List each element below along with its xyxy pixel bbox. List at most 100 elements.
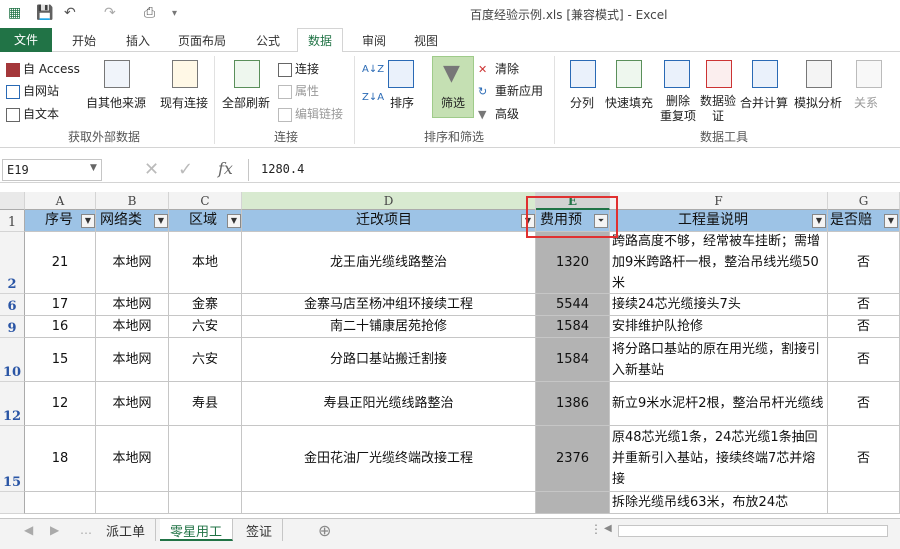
table-cell[interactable]: 否 [828,338,900,382]
worksheet-grid[interactable]: A B C D E F G 1 序号 网络类 区域 迁改项目 费用预 工程量说明… [0,192,900,518]
column-header-c[interactable]: C [169,192,242,210]
tab-formulas[interactable]: 公式 [256,32,280,49]
tab-file[interactable]: 文件 [0,28,52,52]
table-cell[interactable] [169,426,242,492]
row-header[interactable]: 2 [0,232,25,294]
table-cell[interactable] [25,492,96,514]
data-validation-button[interactable]: 数据验 证 [700,94,736,124]
tab-view[interactable]: 视图 [414,32,438,49]
table-cell[interactable]: 15 [25,338,96,382]
table-cell[interactable] [242,492,536,514]
tab-home[interactable]: 开始 [72,32,96,49]
table-cell[interactable]: 1584 [536,316,610,338]
connections-button[interactable]: 连接 [278,60,319,77]
sheet-tab-dispatch[interactable]: 派工单 [96,519,157,541]
row-header[interactable]: 10 [0,338,25,382]
tab-data[interactable]: 数据 [297,28,344,53]
add-sheet-icon[interactable]: ⊕ [318,521,331,540]
table-cell[interactable] [536,492,610,514]
flash-fill-button[interactable]: 快速填充 [605,94,653,111]
table-cell[interactable]: 否 [828,316,900,338]
table-cell[interactable]: 5544 [536,294,610,316]
sort-az-icon[interactable]: A↓Z [362,64,384,75]
column-header-f[interactable]: F [610,192,828,210]
table-cell[interactable]: 六安 [169,338,242,382]
table-cell[interactable] [96,492,169,514]
table-cell[interactable]: 金寨 [169,294,242,316]
table-cell[interactable]: 1386 [536,382,610,426]
table-cell[interactable]: 1320 [536,232,610,294]
advanced-filter-button[interactable]: ▼ 高级 [478,105,519,122]
table-cell[interactable]: 金寨马店至杨冲组环接续工程 [242,294,536,316]
text-to-columns-button[interactable]: 分列 [570,94,594,111]
table-cell[interactable]: 原48芯光缆1条，24芯光缆1条抽回并重新引入基站，接续终端7芯并熔接 [610,426,828,492]
table-cell[interactable]: 新立9米水泥杆2根，整治吊杆光缆线 [610,382,828,426]
insert-function-icon[interactable]: fx [218,159,233,178]
table-cell[interactable]: 将分路口基站的原在用光缆，割接引入新基站 [610,338,828,382]
row-header[interactable]: 9 [0,316,25,338]
column-header-d[interactable]: D [242,192,536,210]
column-header-g[interactable]: G [828,192,900,210]
column-header-a[interactable]: A [25,192,96,210]
properties-button[interactable]: 属性 [278,82,319,99]
table-cell[interactable]: 1584 [536,338,610,382]
table-cell[interactable]: 否 [828,426,900,492]
formula-input[interactable]: 1280.4 [248,159,898,181]
other-sources-button[interactable]: 自其他来源 [86,94,146,111]
sheet-tab-visa[interactable]: 签证 [236,519,284,541]
table-cell[interactable] [169,492,242,514]
edit-links-button[interactable]: 编辑链接 [278,105,343,122]
filter-dropdown-icon[interactable]: ▼ [154,214,168,228]
table-cell[interactable]: 安排维护队抢修 [610,316,828,338]
table-cell[interactable]: 分路口基站搬迁割接 [242,338,536,382]
horizontal-scrollbar[interactable] [618,525,888,537]
table-cell[interactable]: 否 [828,232,900,294]
table-cell[interactable]: 16 [25,316,96,338]
table-cell[interactable]: 21 [25,232,96,294]
table-cell[interactable]: 金田花油厂光缆终端改接工程 [242,426,536,492]
filter-dropdown-icon[interactable]: ▼ [884,214,898,228]
table-cell[interactable]: 2376 [536,426,610,492]
reapply-button[interactable]: ↻ 重新应用 [478,82,543,99]
table-cell[interactable]: 18 [25,426,96,492]
name-box[interactable]: E19 [2,159,102,181]
undo-icon[interactable]: ↶ [64,5,76,21]
from-access-button[interactable]: 自 Access [6,60,80,77]
table-cell[interactable]: 12 [25,382,96,426]
relationships-button[interactable]: 关系 [854,94,878,111]
filter-dropdown-icon[interactable]: ▼ [81,214,95,228]
table-cell[interactable]: 寿县 [169,382,242,426]
filter-button[interactable]: ▼ 筛选 [432,56,474,118]
enter-icon[interactable]: ✓ [178,159,193,180]
redo-icon[interactable]: ↷ [104,5,116,21]
hscroll-left-icon[interactable]: ◀ [604,523,612,534]
save-icon[interactable]: 💾 [36,5,53,21]
existing-connections-button[interactable]: 现有连接 [160,94,208,111]
table-cell[interactable]: 本地网 [96,382,169,426]
select-all-corner[interactable] [0,192,25,210]
table-cell[interactable]: 本地网 [96,338,169,382]
more-sheets-icon[interactable]: … [80,523,92,537]
table-cell[interactable]: 六安 [169,316,242,338]
row-header[interactable]: 1 [0,210,25,232]
from-text-button[interactable]: 自文本 [6,105,59,122]
cancel-icon[interactable]: ✕ [144,159,159,180]
table-cell[interactable]: 拆除光缆吊线63米，布放24芯 [610,492,828,514]
refresh-all-button[interactable]: 全部刷新 [222,94,270,111]
customize-qat-icon[interactable]: ▾ [172,8,177,19]
table-cell[interactable]: 南二十铺康居苑抢修 [242,316,536,338]
tab-insert[interactable]: 插入 [126,32,150,49]
consolidate-button[interactable]: 合并计算 [740,94,788,111]
table-cell[interactable]: 17 [25,294,96,316]
sheet-options-icon[interactable]: ⋮ [590,522,602,536]
table-cell[interactable] [828,492,900,514]
table-cell[interactable]: 否 [828,294,900,316]
table-cell[interactable]: 接续24芯光缆接头7头 [610,294,828,316]
table-cell[interactable]: 否 [828,382,900,426]
table-cell[interactable]: 寿县正阳光缆线路整治 [242,382,536,426]
remove-duplicates-button[interactable]: 删除 重复项 [660,94,696,124]
name-box-dropdown-icon[interactable]: ▼ [90,163,97,173]
table-cell[interactable]: 龙王庙光缆线路整治 [242,232,536,294]
table-cell[interactable]: 本地网 [96,316,169,338]
tab-page-layout[interactable]: 页面布局 [178,32,226,49]
